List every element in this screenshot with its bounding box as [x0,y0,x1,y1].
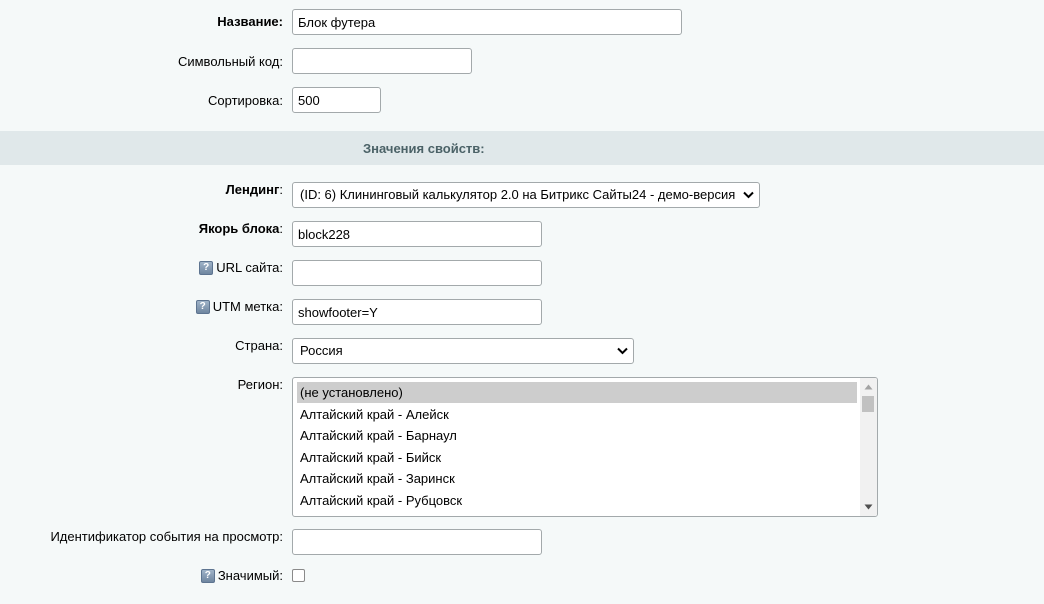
important-label: Значимый: [217,568,283,583]
site-url-label: URL сайта: [216,260,283,275]
region-option[interactable]: Алтайский край - Алейск [297,404,857,425]
symbol-code-label: Символьный код: [177,54,283,69]
help-icon[interactable]: ? [199,261,214,275]
chevron-down-icon [743,191,754,199]
utm-label: UTM метка: [212,299,283,314]
view-event-input[interactable] [292,529,542,555]
name-input[interactable] [292,9,682,35]
scroll-up-arrow-icon[interactable] [864,384,873,390]
sort-input[interactable] [292,87,381,113]
help-icon[interactable]: ? [195,300,210,314]
important-label-wrap: ? Значимый: [200,568,283,584]
utm-label-wrap: ? UTM метка: [195,299,283,315]
site-url-input[interactable] [292,260,542,286]
region-option[interactable]: Алтайский край - Бийск [297,447,857,468]
important-checkbox[interactable] [292,569,305,582]
region-scrollbar[interactable] [860,378,877,516]
anchor-label: Якорь блока: [199,221,283,237]
properties-section-header: Значения свойств: [0,131,1044,165]
properties-section-title: Значения свойств: [363,141,485,156]
site-url-label-wrap: ? URL сайта: [199,260,283,276]
help-icon[interactable]: ? [200,569,215,583]
landing-label-colon: : [279,182,283,197]
anchor-label-colon: : [279,221,283,236]
symbol-code-input[interactable] [292,48,472,74]
utm-input[interactable] [292,299,542,325]
anchor-label-text: Якорь блока [198,221,280,236]
region-option[interactable]: (не установлено) [297,382,857,403]
name-label: Название: [217,14,283,29]
scroll-down-arrow-icon[interactable] [864,504,873,510]
region-option[interactable]: Алтайский край - Заринск [297,468,857,489]
region-option[interactable]: Алтайский край - Рубцовск [297,490,857,511]
view-event-label: Идентификатор события на просмотр: [50,529,283,544]
country-select-value: Россия [300,343,343,358]
sort-label: Сортировка: [208,93,283,108]
country-label: Страна: [235,338,283,353]
chevron-down-icon [617,347,628,355]
country-select[interactable]: Россия [292,338,634,364]
landing-select-value: (ID: 6) Клининговый калькулятор 2.0 на Б… [300,187,736,202]
landing-label-text: Лендинг [225,182,280,197]
region-label: Регион: [237,377,283,392]
region-scroll-thumb[interactable] [862,396,874,412]
landing-select[interactable]: (ID: 6) Клининговый калькулятор 2.0 на Б… [292,182,760,208]
anchor-input[interactable] [292,221,542,247]
region-listbox[interactable]: (не установлено) Алтайский край - Алейск… [292,377,878,517]
region-option[interactable]: Алтайский край - Барнаул [297,425,857,446]
landing-label: Лендинг: [226,182,283,198]
